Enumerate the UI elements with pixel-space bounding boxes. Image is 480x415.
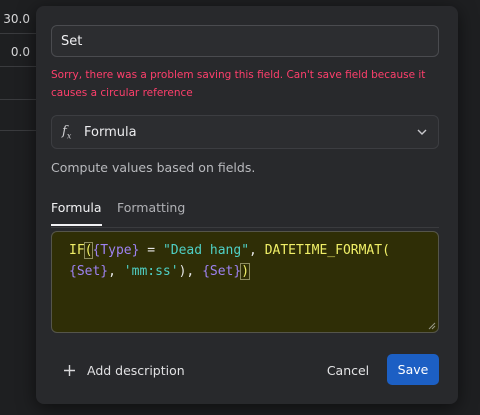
- formula-line: IF ( {Type} = "Dead hang", DATETIME_FORMAT…: [69, 240, 421, 261]
- formula-token: =: [139, 243, 163, 258]
- field-type-label: Formula: [84, 125, 137, 140]
- formula-token: ): [240, 263, 251, 280]
- formula-token: ,: [249, 243, 265, 258]
- grid-cell: 30.0: [0, 4, 40, 34]
- editor-tabs: Formula Formatting: [51, 198, 439, 228]
- field-type-description: Compute values based on fields.: [51, 160, 256, 175]
- grid-cell: 0.0: [0, 37, 40, 67]
- formula-editor[interactable]: IF ( {Type} = "Dead hang", DATETIME_FORMAT…: [51, 231, 439, 333]
- resize-handle-icon[interactable]: [428, 322, 436, 330]
- fx-icon: fx: [62, 124, 72, 141]
- cancel-button[interactable]: Cancel: [319, 355, 377, 385]
- error-message: Sorry, there was a problem saving this f…: [51, 69, 426, 99]
- formula-token: ,: [108, 264, 124, 279]
- formula-token: 'mm:ss': [123, 264, 179, 279]
- formula-token: (: [382, 243, 390, 258]
- background-grid: 30.0 0.0: [0, 0, 40, 415]
- field-name-input[interactable]: [51, 25, 439, 57]
- chevron-down-icon: [417, 129, 427, 135]
- formula-token: IF: [69, 243, 85, 258]
- grid-divider: [0, 99, 40, 100]
- add-description-label: Add description: [87, 363, 185, 378]
- field-editor-panel: Sorry, there was a problem saving this f…: [36, 6, 458, 404]
- tab-formatting[interactable]: Formatting: [117, 200, 185, 226]
- field-type-dropdown[interactable]: fx Formula: [51, 115, 439, 149]
- formula-line: {Set}, 'mm:ss'), {Set}): [69, 261, 421, 282]
- grid-divider: [0, 130, 40, 131]
- formula-token: "Dead hang": [162, 243, 250, 258]
- formula-token: ),: [178, 264, 203, 279]
- formula-token: {Set}: [202, 264, 242, 279]
- save-button[interactable]: Save: [387, 354, 439, 385]
- formula-token: {Type}: [92, 243, 140, 258]
- formula-token: {Set}: [69, 264, 109, 279]
- tab-formula[interactable]: Formula: [51, 200, 102, 226]
- plus-icon: [64, 365, 75, 376]
- formula-token: DATETIME_FORMAT: [264, 243, 383, 258]
